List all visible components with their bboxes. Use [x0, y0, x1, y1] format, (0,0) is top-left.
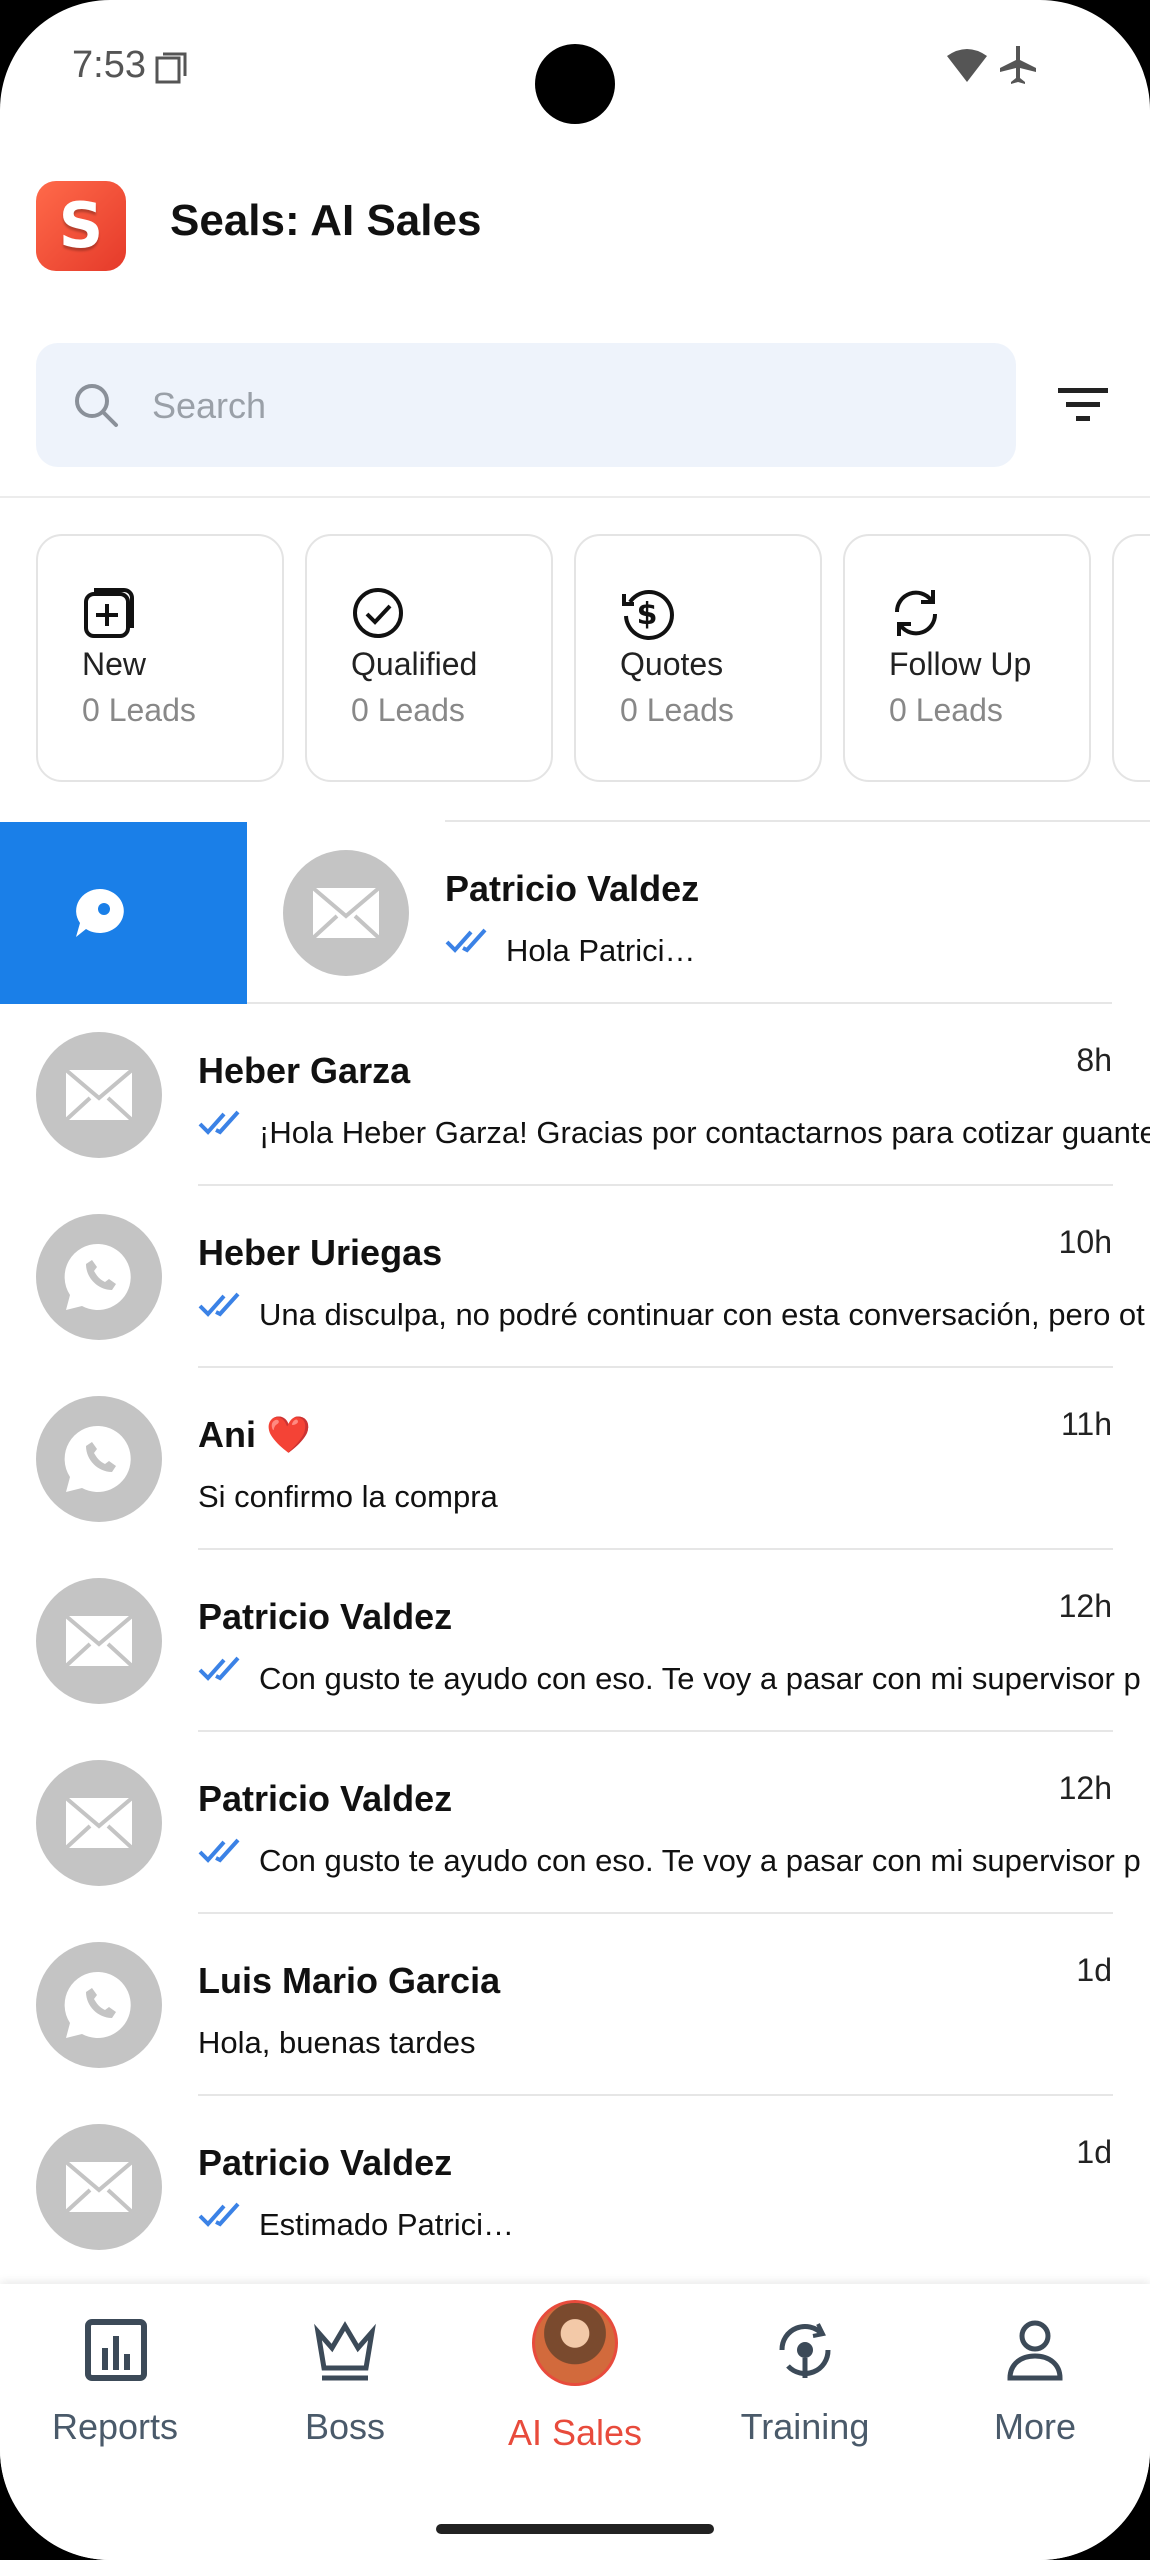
contact-name: Ani ❤️ [198, 1414, 311, 1455]
email-icon [36, 2124, 162, 2250]
list-item[interactable]: Ani ❤️ 11h Si confirmo la compra [0, 1368, 1150, 1550]
message-preview: Hola Patrici… [506, 933, 696, 968]
category-card-more[interactable] [1112, 534, 1150, 782]
nav-label: Boss [304, 2406, 386, 2447]
bar-chart-icon [85, 2319, 147, 2381]
message-preview: Estimado Patrici… [259, 2207, 514, 2242]
read-ticks-icon [198, 1656, 240, 1681]
status-bar: 7:53 [0, 0, 1150, 140]
read-ticks-icon [198, 1110, 240, 1135]
category-card-new[interactable]: New 0 Leads [36, 534, 284, 782]
svg-text:$: $ [637, 597, 658, 632]
message-time: 10h [1058, 1224, 1112, 1260]
message-preview: Una disculpa, no podré continuar con est… [259, 1297, 1145, 1332]
whatsapp-icon [36, 1396, 162, 1522]
whatsapp-icon [36, 1214, 162, 1340]
nav-ai-sales[interactable]: AI Sales [460, 2284, 690, 2484]
target-sync-icon [779, 2323, 831, 2378]
email-icon [36, 1760, 162, 1886]
category-count: 0 Leads [620, 692, 734, 728]
chat-bubble-icon [76, 889, 124, 937]
list-item[interactable]: Patricio Valdez 12h Con gusto te ayudo c… [0, 1550, 1150, 1732]
home-indicator[interactable] [436, 2524, 714, 2534]
category-count: 0 Leads [889, 692, 1003, 728]
check-circle-icon [353, 588, 403, 638]
nav-label: Training [740, 2406, 870, 2447]
contact-name: Luis Mario Garcia [198, 1960, 501, 2001]
read-ticks-icon [198, 1838, 240, 1863]
read-ticks-icon [198, 2202, 240, 2227]
nav-reports[interactable]: Reports [0, 2284, 230, 2484]
crown-icon [314, 2321, 376, 2381]
email-icon [36, 1032, 162, 1158]
email-icon [36, 1578, 162, 1704]
email-icon [283, 850, 409, 976]
contact-name: Patricio Valdez [198, 1778, 453, 1819]
chat-action-button[interactable] [0, 822, 247, 1004]
contact-name: Heber Garza [198, 1050, 411, 1091]
camera-cutout [535, 44, 615, 124]
search-bar[interactable]: Search [36, 343, 1016, 467]
category-title: Quotes [620, 646, 724, 682]
category-count: 0 Leads [351, 692, 465, 728]
category-card-follow-up[interactable]: Follow Up 0 Leads [843, 534, 1091, 782]
list-item[interactable]: Heber Garza 8h ¡Hola Heber Garza! Gracia… [0, 1004, 1150, 1186]
read-ticks-icon [445, 928, 487, 953]
message-time: 1d [1076, 2134, 1112, 2170]
list-item[interactable]: Patricio Valdez 12h Con gusto te ayudo c… [0, 1732, 1150, 1914]
nav-label: More [993, 2406, 1077, 2447]
message-time: 12h [1058, 1770, 1112, 1806]
message-preview: Con gusto te ayudo con eso. Te voy a pas… [259, 1843, 1141, 1878]
nav-label: AI Sales [507, 2412, 643, 2453]
contact-name: Patricio Valdez [198, 2142, 453, 2183]
contact-name: Heber Uriegas [198, 1232, 443, 1273]
contact-name: Patricio Valdez [198, 1596, 453, 1637]
divider [0, 496, 1150, 498]
sync-icon [894, 590, 938, 636]
category-title: Follow Up [889, 646, 1032, 682]
message-time: 1d [1076, 1952, 1112, 1988]
status-time: 7:53 [72, 44, 146, 86]
nav-training[interactable]: Training [690, 2284, 920, 2484]
divider [445, 820, 1150, 822]
nav-label: Reports [51, 2406, 179, 2447]
message-time: 12h [1058, 1588, 1112, 1624]
category-card-quotes[interactable]: $ Quotes 0 Leads [574, 534, 822, 782]
bottom-navigation: Reports Boss AI Sales Training More [0, 2284, 1150, 2560]
category-count: 0 Leads [82, 692, 196, 728]
nav-more[interactable]: More [920, 2284, 1150, 2484]
ai-avatar [532, 2300, 618, 2386]
message-preview: Con gusto te ayudo con eso. Te voy a pas… [259, 1661, 1141, 1696]
category-card-qualified[interactable]: Qualified 0 Leads [305, 534, 553, 782]
message-preview: ¡Hola Heber Garza! Gracias por contactar… [259, 1115, 1150, 1150]
airplane-icon [1000, 46, 1036, 84]
category-title: Qualified [351, 646, 478, 682]
list-item[interactable]: Patricio Valdez Hola Patrici… [247, 820, 1150, 1004]
message-preview: Hola, buenas tardes [198, 2025, 476, 2060]
wifi-icon [947, 49, 987, 82]
list-item[interactable]: Heber Uriegas 10h Una disculpa, no podré… [0, 1186, 1150, 1368]
app-logo: S [36, 181, 126, 271]
nav-boss[interactable]: Boss [230, 2284, 460, 2484]
whatsapp-icon [36, 1942, 162, 2068]
add-square-icon [84, 588, 134, 638]
search-icon [75, 384, 118, 427]
app-screen: 7:53 S Seals: AI Sales Search New 0 Lead… [0, 0, 1150, 2560]
list-item[interactable]: Patricio Valdez 1d Estimado Patrici… [0, 2096, 1150, 2278]
dollar-refresh-icon: $ [622, 590, 674, 640]
person-icon [1007, 2320, 1063, 2381]
message-time: 8h [1076, 1042, 1112, 1078]
read-ticks-icon [198, 1292, 240, 1317]
message-preview: Si confirmo la compra [198, 1479, 498, 1514]
list-item[interactable]: Luis Mario Garcia 1d Hola, buenas tardes [0, 1914, 1150, 2096]
contact-name: Patricio Valdez [445, 868, 700, 909]
message-time: 11h [1060, 1406, 1112, 1442]
search-input[interactable]: Search [152, 385, 266, 427]
category-title: New [82, 646, 147, 682]
page-title: Seals: AI Sales [170, 196, 482, 245]
filter-icon[interactable] [1058, 386, 1108, 424]
screenshot-icon [155, 52, 187, 84]
